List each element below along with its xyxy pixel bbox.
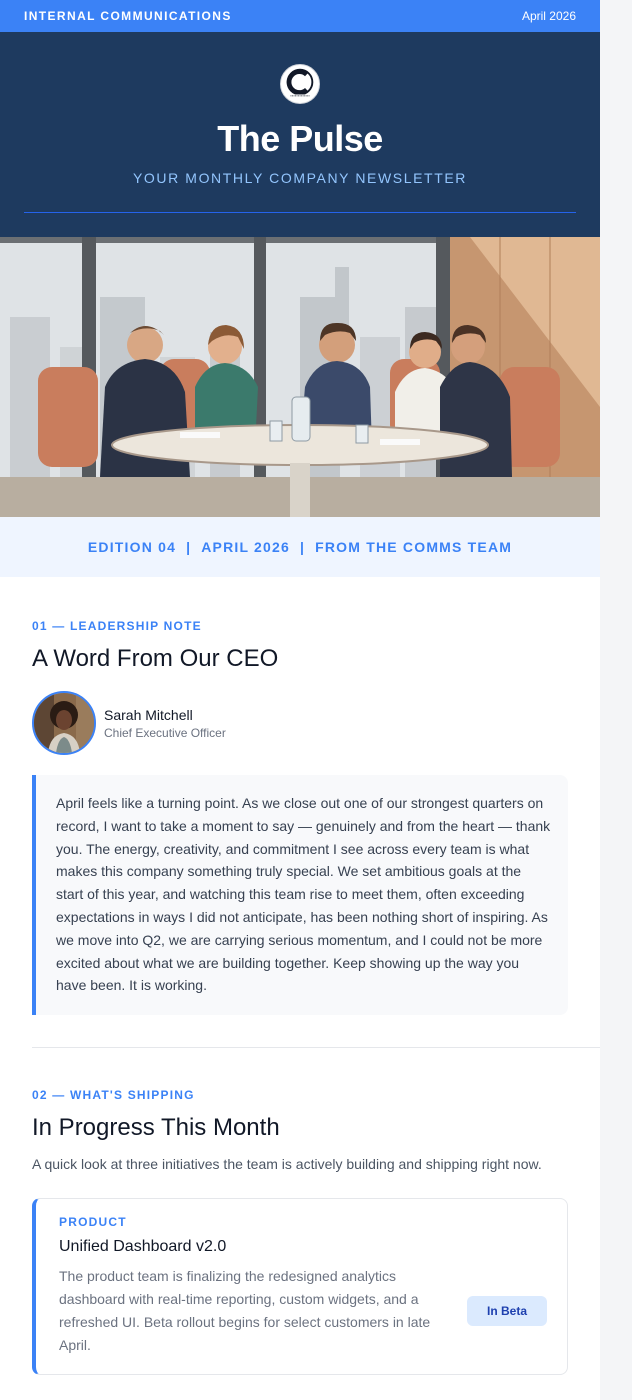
initiative-card: PRODUCT Unified Dashboard v2.0 The produ… bbox=[32, 1198, 568, 1376]
top-bar-date: April 2026 bbox=[521, 9, 576, 23]
hero-illustration bbox=[0, 237, 600, 517]
page-gutter bbox=[600, 0, 632, 1400]
section-eyebrow: 01 — LEADERSHIP NOTE bbox=[32, 619, 202, 633]
edition-number: EDITION 04 bbox=[87, 539, 177, 555]
company-logo bbox=[280, 64, 320, 104]
header-divider bbox=[24, 212, 576, 213]
initiative-name: Unified Dashboard v2.0 bbox=[59, 1238, 227, 1256]
page: INTERNAL COMMUNICATIONS April 2026 The P… bbox=[0, 0, 632, 1400]
section-title: A Word From Our CEO bbox=[32, 645, 279, 672]
initiative-description: The product team is finalizing the redes… bbox=[59, 1268, 431, 1353]
logo-c-icon bbox=[286, 68, 314, 98]
initiative-category: PRODUCT bbox=[59, 1215, 127, 1230]
status-badge: In Beta bbox=[466, 1295, 547, 1326]
section-eyebrow: 02 — WHAT'S SHIPPING bbox=[32, 1088, 195, 1103]
edition-separator: | bbox=[186, 539, 192, 555]
newsletter: INTERNAL COMMUNICATIONS April 2026 The P… bbox=[0, 0, 600, 1400]
ceo-quote: April feels like a turning point. As we … bbox=[32, 775, 568, 1016]
newsletter-subtitle: YOUR MONTHLY COMPANY NEWSLETTER bbox=[132, 170, 468, 186]
edition-from: FROM THE COMMS TEAM bbox=[315, 539, 513, 555]
author-name: Sarah Mitchell bbox=[104, 706, 193, 723]
avatar bbox=[32, 691, 96, 755]
author-block: Sarah Mitchell Chief Executive Officer bbox=[32, 691, 568, 755]
edition-separator: | bbox=[300, 539, 306, 555]
newsletter-title: The Pulse bbox=[217, 118, 383, 159]
leadership-section: 01 — LEADERSHIP NOTE A Word From Our CEO bbox=[0, 577, 600, 1016]
edition-band: EDITION 04 | APRIL 2026 | FROM THE COMMS… bbox=[0, 517, 600, 577]
top-bar: INTERNAL COMMUNICATIONS April 2026 bbox=[0, 0, 600, 32]
author-role: Chief Executive Officer bbox=[104, 725, 226, 740]
masthead: The Pulse YOUR MONTHLY COMPANY NEWSLETTE… bbox=[0, 32, 600, 237]
section-lede: A quick look at three initiatives the te… bbox=[32, 1156, 542, 1173]
section-title: In Progress This Month bbox=[32, 1114, 280, 1142]
top-bar-label: INTERNAL COMMUNICATIONS bbox=[24, 9, 232, 23]
shipping-section: 02 — WHAT'S SHIPPING In Progress This Mo… bbox=[0, 1048, 600, 1376]
edition-date: APRIL 2026 bbox=[201, 539, 290, 555]
ceo-portrait-icon bbox=[34, 693, 94, 753]
